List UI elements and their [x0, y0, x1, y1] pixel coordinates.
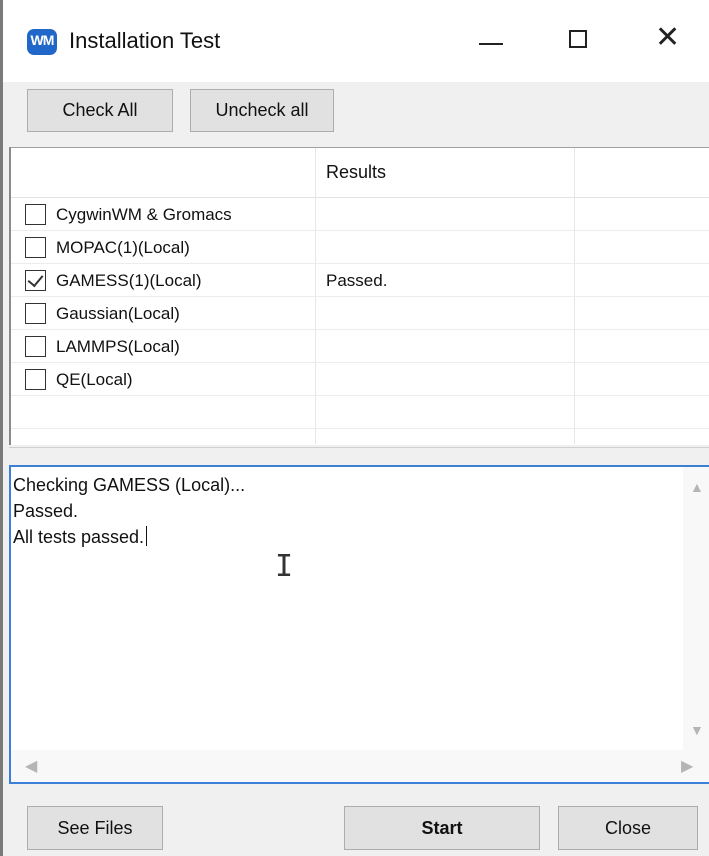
scroll-left-icon[interactable]: ◀: [25, 756, 37, 776]
log-text: Checking GAMESS (Local)... Passed. All t…: [13, 472, 245, 550]
uncheck-all-button[interactable]: Uncheck all: [190, 89, 334, 132]
start-button[interactable]: Start: [344, 806, 540, 850]
close-button[interactable]: Close: [558, 806, 698, 850]
empty-row: [11, 396, 709, 429]
window-edge: [0, 0, 3, 856]
list-item[interactable]: LAMMPS(Local): [11, 330, 709, 363]
log-output[interactable]: Checking GAMESS (Local)... Passed. All t…: [9, 465, 709, 784]
close-window-button[interactable]: ✕: [639, 18, 699, 66]
scroll-up-icon[interactable]: ▲: [690, 479, 704, 495]
test-checkbox[interactable]: [25, 204, 46, 225]
see-files-button[interactable]: See Files: [27, 806, 163, 850]
log-line: Passed.: [13, 501, 79, 521]
title-bar[interactable]: WM Installation Test ✕: [3, 0, 709, 82]
minimize-icon: [479, 43, 503, 45]
list-item[interactable]: QE(Local): [11, 363, 709, 396]
test-name: MOPAC(1)(Local): [56, 238, 190, 257]
test-name: LAMMPS(Local): [56, 337, 180, 356]
list-header: Results: [11, 148, 709, 198]
app-logo-icon: WM: [27, 29, 57, 55]
check-all-button[interactable]: Check All: [27, 89, 173, 132]
test-name: QE(Local): [56, 370, 133, 389]
text-caret: [146, 526, 148, 546]
ibeam-cursor-icon: I: [275, 549, 294, 584]
test-name: Gaussian(Local): [56, 304, 180, 323]
test-checkbox[interactable]: [25, 336, 46, 357]
vertical-scrollbar[interactable]: ▲ ▼: [683, 467, 709, 750]
test-checkbox[interactable]: [25, 369, 46, 390]
test-checkbox[interactable]: [25, 270, 46, 291]
test-list[interactable]: Results CygwinWM & Gromacs MOPAC(1)(Local…: [9, 147, 709, 462]
close-icon: ✕: [655, 20, 681, 55]
maximize-button[interactable]: [549, 18, 609, 66]
test-name: CygwinWM & Gromacs: [56, 205, 232, 224]
installation-test-window: WM Installation Test ✕ Check All Uncheck…: [0, 0, 709, 856]
test-checkbox[interactable]: [25, 237, 46, 258]
splitter[interactable]: [9, 447, 709, 464]
list-item[interactable]: MOPAC(1)(Local): [11, 231, 709, 264]
test-result: Passed.: [326, 271, 388, 290]
list-item[interactable]: Gaussian(Local): [11, 297, 709, 330]
scroll-down-icon[interactable]: ▼: [690, 722, 704, 738]
checkmark-icon: [27, 270, 44, 288]
log-line: Checking GAMESS (Local)...: [13, 475, 246, 495]
maximize-icon: [569, 30, 587, 48]
list-item[interactable]: CygwinWM & Gromacs: [11, 198, 709, 231]
minimize-button[interactable]: [461, 18, 521, 66]
window-title: Installation Test: [69, 28, 221, 53]
log-line: All tests passed.: [13, 524, 245, 550]
scroll-right-icon[interactable]: ▶: [681, 756, 693, 776]
list-item[interactable]: GAMESS(1)(Local) Passed.: [11, 264, 709, 297]
test-checkbox[interactable]: [25, 303, 46, 324]
test-name: GAMESS(1)(Local): [56, 271, 202, 290]
column-header-results[interactable]: Results: [326, 162, 386, 183]
horizontal-scrollbar[interactable]: ◀ ▶: [11, 750, 709, 782]
